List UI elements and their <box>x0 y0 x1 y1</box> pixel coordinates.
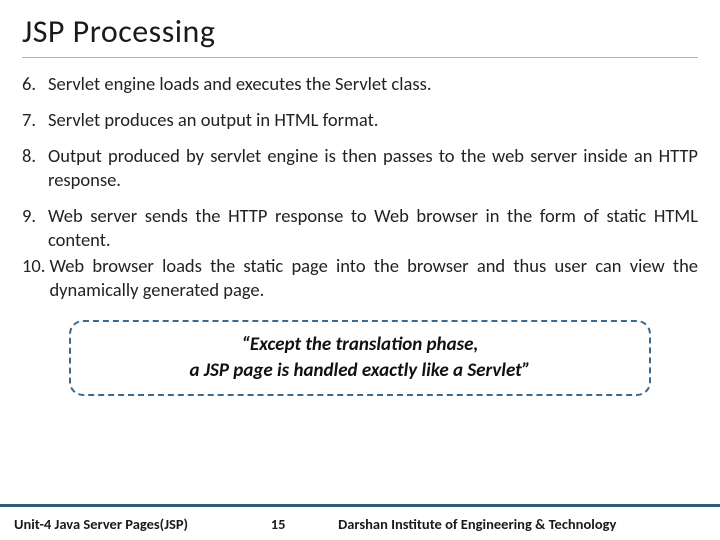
list-number: 7. <box>22 108 48 132</box>
slide-title: JSP Processing <box>22 12 698 58</box>
slide: JSP Processing 6. Servlet engine loads a… <box>0 0 720 540</box>
footer-page-number: 15 <box>248 515 308 533</box>
list-item: 9. Web server sends the HTTP response to… <box>22 204 698 252</box>
footer-left: Unit-4 Java Server Pages(JSP) <box>14 515 188 533</box>
list-number: 8. <box>22 144 48 168</box>
list-text: Servlet produces an output in HTML forma… <box>48 108 698 132</box>
list-number: 10. <box>22 254 49 278</box>
list-text: Web server sends the HTTP response to We… <box>48 204 698 252</box>
list-item: 6. Servlet engine loads and executes the… <box>22 72 698 96</box>
list-item: 8. Output produced by servlet engine is … <box>22 144 698 192</box>
list-item: 7. Servlet produces an output in HTML fo… <box>22 108 698 132</box>
list-number: 9. <box>22 204 48 228</box>
list-text: Output produced by servlet engine is the… <box>48 144 698 192</box>
list-text: Servlet engine loads and executes the Se… <box>48 72 698 96</box>
footer-right: Darshan Institute of Engineering & Techn… <box>328 515 706 533</box>
quote-line: “Except the translation phase, <box>89 332 630 358</box>
list-item: 10. Web browser loads the static page in… <box>22 254 698 302</box>
quote-line: a JSP page is handled exactly like a Ser… <box>89 358 630 384</box>
slide-footer: Unit-4 Java Server Pages(JSP) 15 Darshan… <box>0 504 720 540</box>
list-text: Web browser loads the static page into t… <box>49 254 698 302</box>
list-number: 6. <box>22 72 48 96</box>
quote-box: “Except the translation phase, a JSP pag… <box>69 320 650 395</box>
slide-content: 6. Servlet engine loads and executes the… <box>22 72 698 540</box>
